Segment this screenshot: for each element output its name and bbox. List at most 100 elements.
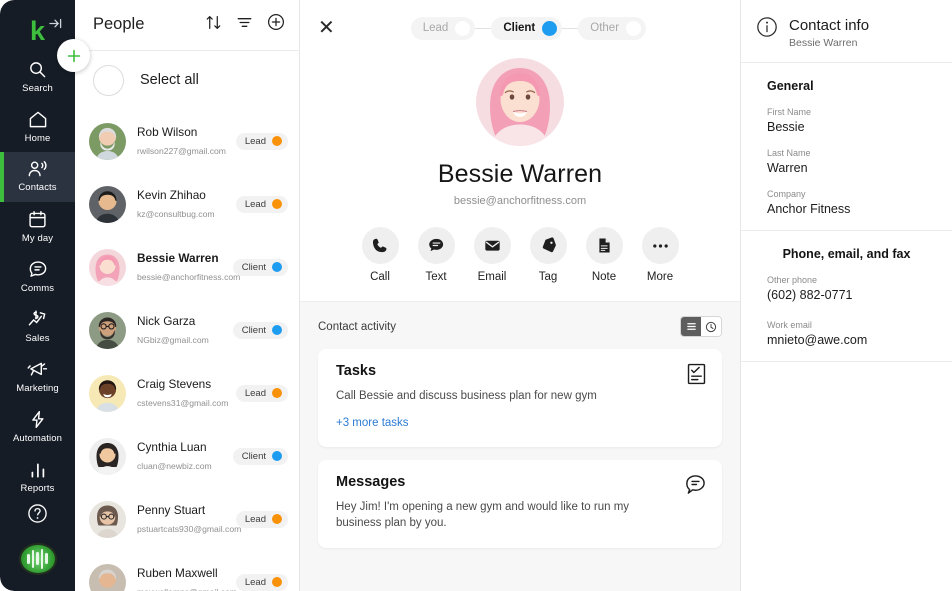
section-title: General	[767, 79, 814, 93]
status-dot	[272, 451, 282, 462]
avatar	[89, 311, 126, 349]
stage-option-lead[interactable]: Lead	[410, 16, 476, 40]
task-checklist-icon	[687, 363, 706, 390]
sidebar-item-my-day[interactable]: My day	[0, 202, 75, 252]
list-item-text: Bessie Warren bessie@anchorfitness.com	[137, 249, 240, 285]
contact-email: maxwellamps@gmail.com	[137, 587, 237, 591]
activity-header: Contact activity	[318, 316, 722, 337]
card-title: Tasks	[336, 363, 377, 379]
contact-name: Nick Garza	[137, 314, 196, 329]
stage-option-other[interactable]: Other	[578, 16, 647, 40]
activity-card-messages[interactable]: Messages Hey Jim! I'm opening a new gym …	[318, 459, 722, 549]
field-label: Company	[767, 189, 806, 199]
status-label: Client	[241, 261, 266, 273]
megaphone-icon	[27, 360, 48, 379]
action-call[interactable]: Call	[358, 227, 402, 283]
select-all-checkbox[interactable]	[93, 64, 124, 96]
sidebar-item-contacts[interactable]: Contacts	[0, 151, 75, 202]
phone-icon	[361, 227, 399, 264]
status-badge[interactable]: Client	[232, 258, 288, 276]
keap-logo-icon[interactable]	[20, 544, 55, 573]
sidebar-item-label: Comms	[20, 283, 55, 294]
contact-email: cstevens31@gmail.com	[137, 398, 229, 409]
filter-icon[interactable]	[236, 14, 253, 36]
sidebar-item-label: My day	[21, 232, 54, 244]
message-bubble-icon	[685, 474, 706, 500]
keap-brand-logo: k	[29, 16, 46, 47]
sidebar-item-automation[interactable]: Automation	[0, 402, 75, 452]
stage-option-client[interactable]: Client	[491, 16, 563, 40]
detail-toolbar: ✕ Lead Client Other	[300, 0, 740, 56]
collapse-panel-icon[interactable]	[49, 18, 62, 32]
activity-card-tasks[interactable]: Tasks Call Bessie and discuss business p…	[318, 349, 722, 447]
select-all-row[interactable]: Select all	[75, 51, 299, 110]
quick-actions: Call Text Email Tag Note More	[358, 227, 682, 283]
list-item[interactable]: Bessie Warren bessie@anchorfitness.com C…	[75, 236, 299, 299]
chat-icon	[28, 260, 48, 279]
contact-list: Rob Wilson rwilson227@gmail.com Lead Kev…	[75, 110, 299, 591]
contact-info-titles: Contact info Bessie Warren	[789, 16, 869, 49]
status-badge[interactable]: Client	[232, 321, 288, 339]
list-item-text: Penny Stuart pstuartcats930@gmail.com	[137, 501, 241, 537]
contact-hero: Bessie Warren bessie@anchorfitness.com C…	[300, 56, 740, 283]
app-window: k Search Home Contacts My day Comms Sale…	[0, 0, 952, 591]
sidebar-item-marketing[interactable]: Marketing	[0, 352, 75, 402]
lightning-bolt-icon	[29, 410, 47, 429]
more-tasks-link[interactable]: +3 more tasks	[336, 417, 409, 429]
action-text[interactable]: Text	[414, 227, 458, 283]
stage-connector	[562, 27, 579, 29]
sidebar-item-label: Contacts	[18, 182, 57, 194]
card-title: Messages	[336, 473, 406, 490]
field-other-phone[interactable]: Other phone (602) 882-0771	[755, 275, 938, 302]
action-tag[interactable]: Tag	[526, 227, 570, 283]
sort-icon[interactable]	[205, 14, 222, 36]
contact-email: rwilson227@gmail.com	[137, 146, 226, 157]
panel-subtitle: Bessie Warren	[789, 37, 858, 49]
action-label: Tag	[538, 271, 558, 283]
add-contact-icon[interactable]	[267, 13, 285, 36]
action-more[interactable]: More	[638, 227, 682, 283]
list-item[interactable]: Craig Stevens cstevens31@gmail.com Lead	[75, 362, 299, 425]
contact-email: bessie@anchorfitness.com	[453, 195, 587, 207]
contacts-icon	[27, 160, 48, 178]
action-label: Call	[370, 271, 390, 283]
stage-label: Other	[590, 22, 620, 34]
field-last-name[interactable]: Last Name Warren	[767, 148, 938, 175]
sidebar-item-label: Home	[24, 132, 51, 144]
status-badge[interactable]: Lead	[235, 573, 288, 591]
action-note[interactable]: Note	[582, 227, 626, 283]
tag-icon	[529, 227, 567, 264]
status-badge[interactable]: Lead	[235, 132, 288, 150]
sidebar-item-home[interactable]: Home	[0, 102, 75, 152]
list-item[interactable]: Rob Wilson rwilson227@gmail.com Lead	[75, 110, 299, 173]
field-first-name[interactable]: First Name Bessie	[767, 107, 938, 134]
card-body: Call Bessie and discuss business plan fo…	[336, 390, 597, 402]
status-badge[interactable]: Client	[232, 447, 288, 465]
field-work-email[interactable]: Work email mnieto@awe.com	[755, 320, 938, 347]
page-title: People	[93, 15, 145, 34]
list-item[interactable]: Cynthia Luan cluan@newbiz.com Client	[75, 425, 299, 488]
status-label: Lead	[244, 387, 266, 399]
list-item[interactable]: Ruben Maxwell maxwellamps@gmail.com Lead	[75, 551, 299, 591]
sidebar-item-reports[interactable]: Reports	[0, 452, 75, 502]
list-item[interactable]: Nick Garza NGbiz@gmail.com Client	[75, 299, 299, 362]
clock-timeline-icon[interactable]	[701, 317, 721, 336]
status-badge[interactable]: Lead	[235, 384, 288, 402]
list-item[interactable]: Kevin Zhihao kz@consultbug.com Lead	[75, 173, 299, 236]
list-item-text: Rob Wilson rwilson227@gmail.com	[137, 123, 226, 159]
list-view-icon[interactable]	[681, 317, 701, 336]
sidebar-item-sales[interactable]: Sales	[0, 302, 75, 352]
field-company[interactable]: Company Anchor Fitness	[767, 189, 938, 216]
action-email[interactable]: Email	[470, 227, 514, 283]
status-badge[interactable]: Lead	[235, 510, 288, 528]
list-item[interactable]: Penny Stuart pstuartcats930@gmail.com Le…	[75, 488, 299, 551]
stage-dot	[542, 20, 558, 36]
status-dot	[272, 388, 282, 399]
status-badge[interactable]: Lead	[235, 195, 288, 213]
add-new-button[interactable]	[57, 39, 90, 72]
close-icon[interactable]: ✕	[318, 18, 335, 38]
help-question-icon[interactable]	[27, 503, 48, 529]
sales-trend-icon	[27, 310, 48, 329]
contact-email: cluan@newbiz.com	[137, 461, 212, 472]
sidebar-item-comms[interactable]: Comms	[0, 252, 75, 302]
